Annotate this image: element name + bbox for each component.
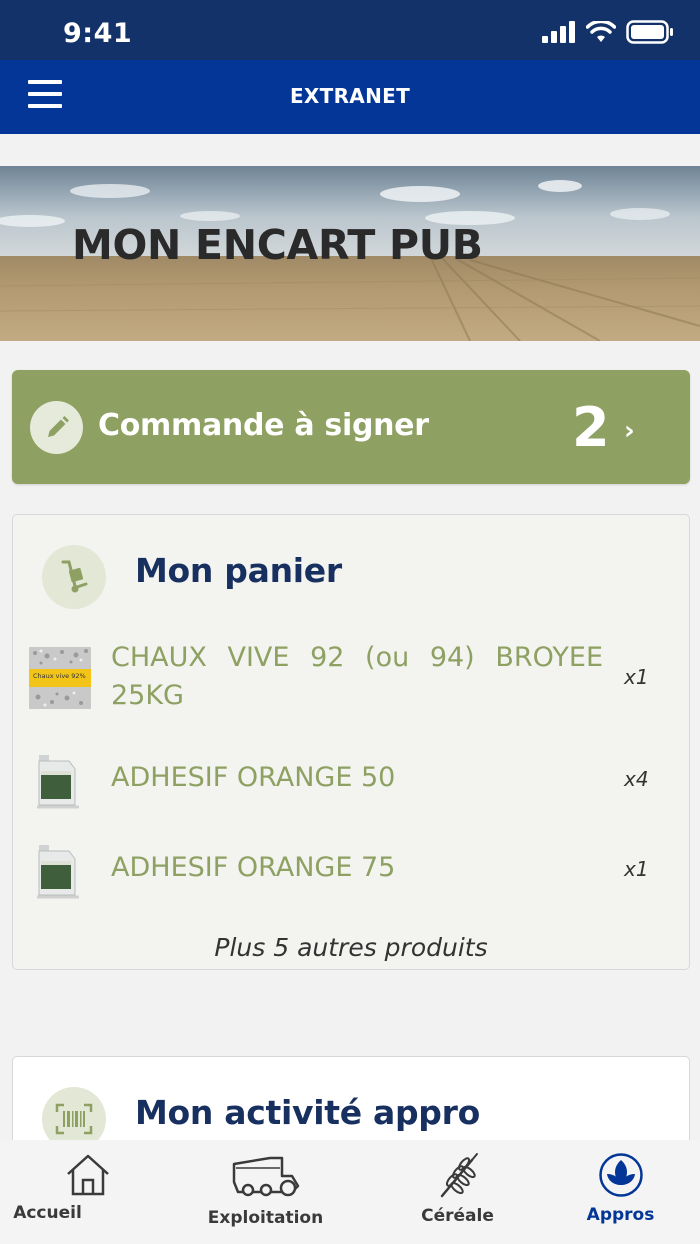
cart-item[interactable]: ADHESIF ORANGE 50 x4: [13, 741, 689, 821]
tab-cereale[interactable]: Céréale: [370, 1140, 545, 1244]
pencil-icon: [30, 401, 83, 454]
bottom-tab-bar: Accueil Exploitation Céréale Appros: [0, 1140, 700, 1244]
wifi-icon: [586, 21, 616, 42]
cart-card: Mon panier Chaux vive 92% CHAUX VIVE 92 …: [12, 514, 690, 970]
tab-appros[interactable]: Appros: [533, 1140, 700, 1244]
tab-label: Exploitation: [207, 1208, 324, 1228]
cart-title: Mon panier: [135, 551, 342, 590]
cart-item-name: ADHESIF ORANGE 50: [111, 762, 396, 793]
activity-title: Mon activité appro: [135, 1093, 480, 1132]
thumbnail-label: Chaux vive 92%: [33, 672, 86, 680]
cart-item[interactable]: Chaux vive 92% CHAUX VIVE 92 (ou 94) BRO…: [13, 635, 689, 715]
signal-icon: [542, 21, 575, 43]
cart-item[interactable]: ADHESIF ORANGE 75 x1: [13, 831, 689, 911]
tab-accueil[interactable]: Accueil: [0, 1140, 175, 1244]
status-time: 9:41: [63, 18, 133, 49]
cart-item-qty: x4: [624, 767, 649, 791]
orders-to-sign-label: Commande à signer: [98, 408, 429, 443]
tractor-icon: [178, 1152, 353, 1200]
chevron-right-icon: ›: [624, 416, 635, 446]
orders-to-sign-count: 2: [572, 396, 610, 459]
tab-label: Accueil: [13, 1203, 82, 1223]
ad-banner[interactable]: MON ENCART PUB: [0, 166, 700, 341]
product-thumbnail-jerrycan: [29, 749, 91, 811]
navbar-title: EXTRANET: [289, 84, 411, 108]
tab-label: Céréale: [421, 1206, 494, 1226]
product-thumbnail-lime: Chaux vive 92%: [29, 647, 91, 709]
cart-item-qty: x1: [624, 665, 649, 689]
status-bar: 9:41: [0, 0, 700, 60]
status-icons: [542, 20, 674, 44]
top-navbar: EXTRANET: [0, 60, 700, 134]
more-products-link[interactable]: Plus 5 autres produits: [13, 933, 689, 962]
battery-icon: [626, 20, 673, 44]
cart-item-qty: x1: [624, 857, 649, 881]
wheat-icon: [370, 1152, 545, 1200]
product-thumbnail-jerrycan: [29, 839, 91, 901]
orders-to-sign-card[interactable]: Commande à signer 2 ›: [12, 370, 690, 484]
banner-title: MON ENCART PUB: [72, 221, 483, 269]
cart-item-name: ADHESIF ORANGE 75: [111, 852, 396, 883]
home-icon: [0, 1152, 175, 1198]
tab-exploitation[interactable]: Exploitation: [178, 1140, 353, 1244]
hand-truck-icon: [42, 545, 106, 609]
tab-label: Appros: [586, 1205, 655, 1225]
leaf-icon: [533, 1152, 700, 1198]
cart-item-name: CHAUX VIVE 92 (ou 94) BROYEE 25KG: [111, 642, 603, 711]
